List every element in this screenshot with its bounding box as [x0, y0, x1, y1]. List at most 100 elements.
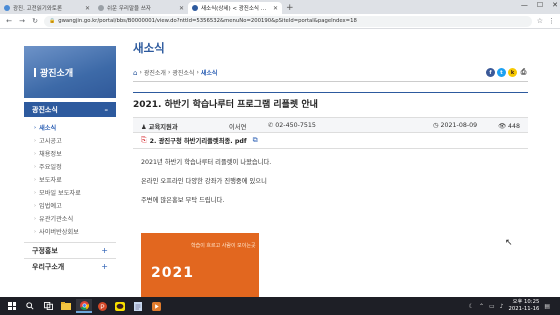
eye-icon: 👁 [498, 123, 506, 130]
breadcrumb-item[interactable]: 광진소식 [172, 68, 194, 77]
chevron-up-icon[interactable]: ⌃ [479, 303, 484, 310]
chevron-right-icon: › [34, 150, 36, 157]
notepad-icon[interactable] [130, 299, 146, 313]
new-tab-button[interactable]: + [282, 2, 298, 14]
browser-tab-active[interactable]: 새소식(상세) < 광진소식 < 광진 ✕ [188, 2, 282, 14]
start-button[interactable] [4, 299, 20, 313]
window-controls: — ☐ ✕ [521, 1, 558, 9]
share-buttons: f t k ⎙ [486, 68, 528, 77]
sidebar-item-label: 입법예고 [39, 203, 62, 210]
department-text: 교육지원과 [148, 124, 178, 131]
night-mode-icon[interactable]: ☾ [469, 303, 474, 310]
chevron-right-icon: › [34, 124, 37, 131]
attachment-row: ⎘ 2. 광진구청 하반기리플렛최종. pdf ⧉ [133, 133, 528, 149]
browser-tab-strip: 광진. 고전읽기와토론 ✕ 쉬운 우리말을 쓰자 ✕ 새소식(상세) < 광진소… [0, 0, 560, 14]
header-bar-decoration [34, 67, 36, 77]
chevron-right-icon: › [34, 137, 36, 144]
clock-time: 오후 10:25 [512, 299, 540, 305]
facebook-icon[interactable]: f [486, 68, 495, 77]
volume-icon[interactable]: ♪ [500, 303, 504, 310]
sidebar-item-label: 보도자료 [39, 177, 62, 184]
breadcrumb-separator: › [139, 69, 142, 76]
minimize-icon[interactable]: — [521, 1, 528, 9]
reload-icon[interactable]: ↻ [31, 17, 39, 25]
sidebar-header: 광진소개 [24, 46, 116, 98]
svg-text:P: P [100, 303, 104, 310]
kakaotalk-icon[interactable] [112, 299, 128, 313]
sidebar: 광진소개 광진소식 – › 새소식 › 고시공고 › 채용정보 › 주요일정 › 보도자료… [24, 46, 116, 274]
expand-icon[interactable]: + [101, 246, 108, 255]
taskbar-clock[interactable]: 오후 10:25 2021-11-16 [509, 299, 540, 313]
views-field: 👁 448 [498, 122, 520, 130]
maximize-icon[interactable]: ☐ [537, 1, 543, 9]
date-field: ◷ 2021-08-09 [433, 122, 477, 129]
chevron-right-icon: › [34, 215, 36, 222]
powerpoint-icon[interactable]: P [94, 299, 110, 313]
notification-icon[interactable]: ▤ [544, 303, 550, 310]
address-bar-row: ← → ↻ 🔒 gwangjin.go.kr/portal/bbs/B00000… [0, 14, 560, 29]
sidebar-section-label: 구정홍보 [32, 246, 58, 255]
windows-logo-icon [8, 302, 16, 310]
collapse-icon[interactable]: – [105, 106, 109, 114]
clock-icon: ◷ [433, 122, 439, 129]
forward-icon[interactable]: → [18, 17, 26, 25]
sidebar-section-pr[interactable]: 구정홍보 + [24, 242, 116, 258]
breadcrumb-item[interactable]: 광진소개 [144, 68, 166, 77]
network-icon[interactable]: ▭ [489, 303, 495, 310]
expand-icon[interactable]: + [101, 262, 108, 271]
pdf-icon: ⎘ [141, 136, 147, 144]
breadcrumb-separator: › [196, 69, 199, 76]
kakaostory-icon[interactable]: k [508, 68, 517, 77]
sidebar-item-mobile-press[interactable]: › 모바일 보도자료 [34, 186, 116, 199]
phone-text: 02-450-7515 [275, 122, 316, 129]
body-paragraph: 온라인 오프라인 다양한 강좌가 진행중에 있으니 [141, 178, 267, 185]
sidebar-item-schedule[interactable]: › 주요일정 [34, 160, 116, 173]
sidebar-item-jobs[interactable]: › 채용정보 [34, 147, 116, 160]
sidebar-current-section[interactable]: 광진소식 – [24, 102, 116, 117]
favicon-icon [4, 5, 10, 11]
poster-subtitle: 학습이 흐르고 사람이 모이는곳 [191, 243, 256, 249]
chrome-icon[interactable] [76, 299, 92, 313]
favicon-icon [192, 5, 198, 11]
url-field[interactable]: 🔒 gwangjin.go.kr/portal/bbs/B0000001/vie… [44, 15, 532, 27]
attachment-link[interactable]: 2. 광진구청 하반기리플렛최종. pdf [150, 136, 247, 145]
chevron-right-icon: › [34, 163, 36, 170]
file-explorer-icon[interactable] [58, 299, 74, 313]
phone-icon: ✆ [268, 122, 274, 129]
sidebar-item-press[interactable]: › 보도자료 [34, 173, 116, 186]
menu-icon[interactable]: ⋮ [548, 17, 555, 25]
print-icon[interactable]: ⎙ [519, 68, 528, 77]
back-icon[interactable]: ← [5, 17, 13, 25]
sidebar-item-legislation[interactable]: › 입법예고 [34, 199, 116, 212]
body-paragraph: 주변에 많은홍보 부탁 드립니다. [141, 197, 225, 204]
external-link-icon[interactable]: ⧉ [253, 136, 258, 145]
search-icon[interactable] [22, 299, 38, 313]
task-view-icon[interactable] [40, 299, 56, 313]
sidebar-item-cyber[interactable]: › 사이버반상회보 [34, 225, 116, 238]
star-icon[interactable]: ☆ [537, 17, 543, 25]
post-title: 2021. 하반기 학습나루터 프로그램 리플렛 안내 [133, 92, 528, 110]
browser-tab[interactable]: 광진. 고전읽기와토론 ✕ [0, 2, 94, 14]
department-field: ♟ 교육지원과 [141, 122, 178, 131]
sidebar-item-label: 유관기관소식 [39, 216, 74, 223]
sidebar-item-agencies[interactable]: › 유관기관소식 [34, 212, 116, 225]
close-tab-icon[interactable]: ✕ [85, 5, 90, 12]
media-app-icon[interactable] [148, 299, 164, 313]
sidebar-item-label: 모바일 보도자료 [39, 190, 81, 197]
sidebar-item-notices[interactable]: › 고시공고 [34, 134, 116, 147]
twitter-icon[interactable]: t [497, 68, 506, 77]
sidebar-section-about[interactable]: 우리구소개 + [24, 258, 116, 274]
sidebar-item-news[interactable]: › 새소식 [34, 121, 116, 134]
close-window-icon[interactable]: ✕ [552, 1, 558, 9]
chevron-right-icon: › [34, 176, 36, 183]
page-title: 새소식 [133, 41, 165, 55]
breadcrumb-current: 새소식 [200, 70, 218, 77]
close-tab-icon[interactable]: ✕ [273, 5, 278, 12]
author-text: 이서연 [229, 124, 247, 131]
poster-year: 2021 [151, 265, 194, 281]
home-icon[interactable]: ⌂ [133, 69, 137, 77]
tab-label: 새소식(상세) < 광진소식 < 광진 [201, 6, 270, 12]
browser-tab[interactable]: 쉬운 우리말을 쓰자 ✕ [94, 2, 188, 14]
close-tab-icon[interactable]: ✕ [179, 5, 184, 12]
department-icon: ♟ [141, 124, 147, 131]
